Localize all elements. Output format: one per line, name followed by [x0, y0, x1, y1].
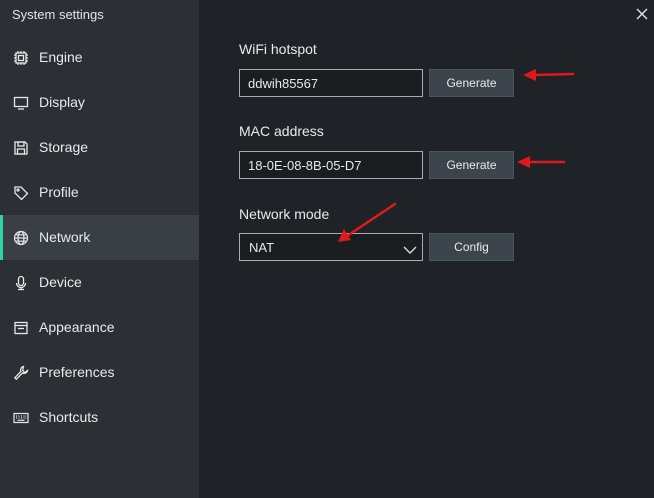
settings-window: System settings Engine Display Storage P… — [0, 0, 654, 498]
red-arrow-annotations — [338, 69, 575, 242]
red-arrow-wifi-generate — [523, 69, 575, 81]
red-arrow-network-mode — [338, 202, 397, 242]
red-arrow-mac-generate — [517, 156, 566, 168]
